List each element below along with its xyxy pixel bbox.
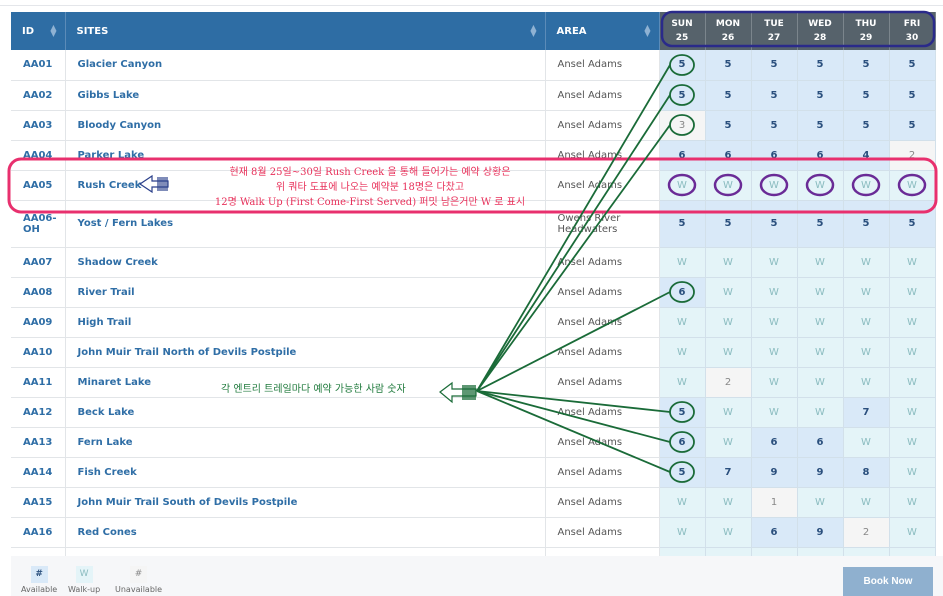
- rush-creek-note: 현재 8월 25일~30일 Rush Creek 을 통해 들어가는 예약 상황…: [180, 165, 560, 210]
- count-note: 각 엔트리 트레일마다 예약 가능한 사람 숫자: [221, 384, 406, 395]
- highlight-circle: [897, 173, 927, 197]
- arrow-icon: [138, 174, 169, 194]
- highlight-circle: [669, 54, 695, 76]
- pointer-line: [476, 390, 671, 473]
- day-header-highlight: [660, 10, 936, 48]
- pointer-line: [476, 390, 671, 443]
- highlight-circle: [669, 431, 695, 453]
- note-line: 현재 8월 25일~30일 Rush Creek 을 통해 들어가는 예약 상황…: [229, 167, 511, 178]
- highlight-circle: [667, 173, 697, 197]
- annotation-overlay: [7, 10, 938, 483]
- highlight-circle: [669, 114, 695, 136]
- note-line: 위 쿼타 도표에 나오는 예약분 18명은 다찼고: [275, 182, 465, 193]
- pointer-line: [476, 94, 671, 392]
- note-line: 12명 Walk Up (First Come-First Served) 퍼밋…: [214, 197, 526, 208]
- highlight-circle: [669, 281, 695, 303]
- pointer-line: [476, 390, 671, 413]
- highlight-circle: [669, 84, 695, 106]
- highlight-circle: [759, 173, 789, 197]
- highlight-circle: [669, 461, 695, 483]
- highlight-circle: [713, 173, 743, 197]
- arrow-icon: [439, 381, 477, 404]
- highlight-circle: [805, 173, 835, 197]
- highlight-circle: [669, 401, 695, 423]
- highlight-circle: [851, 173, 881, 197]
